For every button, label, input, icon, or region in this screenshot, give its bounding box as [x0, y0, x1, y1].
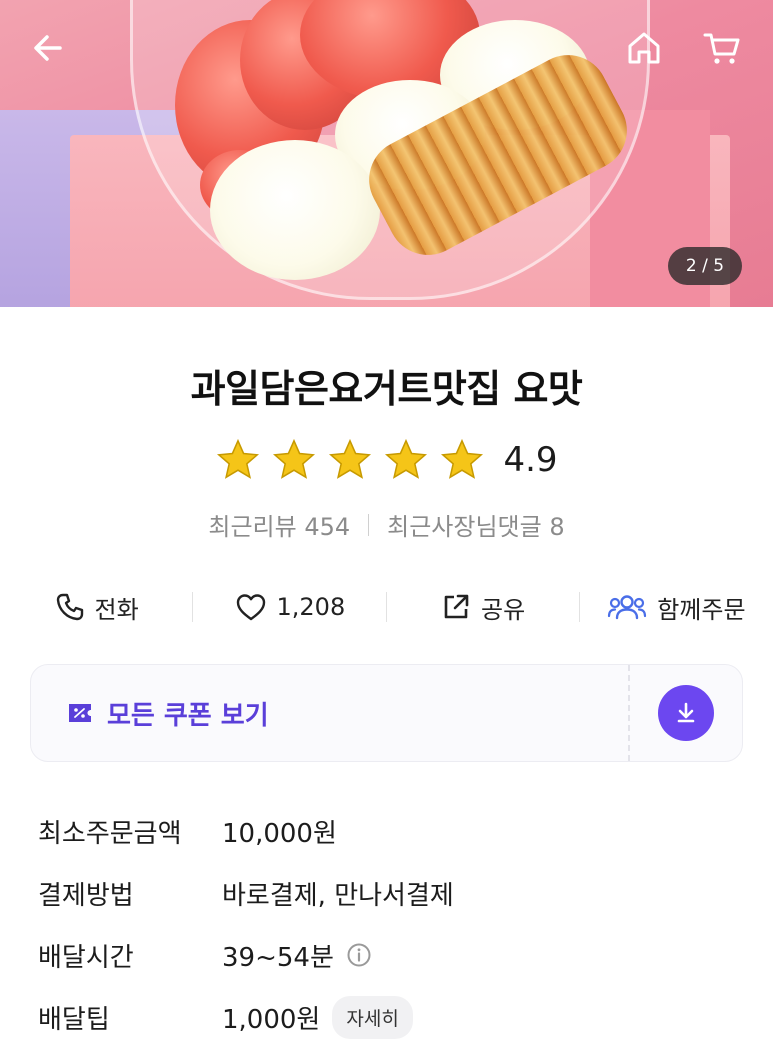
back-button[interactable] — [26, 26, 70, 70]
group-icon — [608, 595, 647, 620]
recent-reviews-link[interactable]: 최근리뷰 454 — [208, 507, 350, 542]
min-order-label: 최소주문금액 — [38, 818, 182, 849]
store-rating: 4.9 — [0, 437, 773, 483]
min-order-value: 10,000원 — [222, 818, 337, 849]
payment-label: 결제방법 — [38, 880, 134, 911]
arrow-left-icon — [34, 35, 62, 61]
call-label: 전화 — [94, 595, 139, 624]
coupon-icon — [69, 704, 91, 722]
hero-cream — [210, 140, 380, 280]
download-icon — [677, 702, 695, 723]
group-order-button[interactable]: 함께주문 — [580, 582, 773, 632]
star-icon — [217, 438, 260, 479]
share-icon — [444, 594, 469, 619]
min-order-row: 최소주문금액 10,000원 — [38, 800, 738, 862]
store-name: 과일담은요거트맛집 요맛 — [190, 367, 583, 411]
star-icon — [385, 438, 428, 479]
heart-icon — [236, 594, 265, 621]
favorite-button[interactable]: 1,208 — [193, 582, 387, 632]
owner-replies-link[interactable]: 최근사장님댓글 8 — [387, 507, 564, 542]
share-button[interactable]: 공유 — [387, 582, 581, 632]
delivery-tip-value-wrap: 1,000원 자세히 — [222, 995, 413, 1039]
payment-row: 결제방법 바로결제, 만나서결제 — [38, 862, 738, 924]
info-icon[interactable] — [346, 942, 372, 968]
phone-icon — [56, 593, 83, 621]
payment-value: 바로결제, 만나서결제 — [222, 880, 454, 911]
review-summary: 최근리뷰 454 최근사장님댓글 8 — [0, 507, 773, 542]
delivery-time-value-wrap: 39~54분 — [222, 937, 372, 974]
favorite-count: 1,208 — [276, 593, 346, 621]
coupon-download-area — [630, 665, 742, 761]
delivery-tip-detail-button[interactable]: 자세히 — [332, 995, 413, 1039]
image-pager-badge: 2 / 5 — [668, 247, 742, 285]
hero-image[interactable]: 2 / 5 — [0, 0, 773, 307]
download-coupon-button[interactable] — [658, 685, 714, 741]
rating-value: 4.9 — [503, 440, 558, 480]
view-all-coupons-button[interactable]: 모든 쿠폰 보기 — [31, 665, 628, 761]
delivery-time-value: 39~54분 — [222, 942, 334, 973]
coupon-banner: 모든 쿠폰 보기 — [30, 664, 743, 762]
star-icon — [329, 438, 372, 479]
delivery-tip-value: 1,000원 — [222, 1004, 321, 1035]
delivery-tip-label: 배달팁 — [38, 1004, 110, 1035]
cart-button[interactable] — [700, 26, 744, 70]
divider — [368, 513, 370, 536]
star-icon — [441, 438, 484, 479]
star-icon — [273, 438, 316, 479]
call-button[interactable]: 전화 — [0, 582, 194, 632]
delivery-time-label: 배달시간 — [38, 942, 134, 973]
delivery-tip-row: 배달팁 1,000원 자세히 — [38, 986, 738, 1048]
group-order-label: 함께주문 — [657, 595, 746, 624]
action-bar: 전화 1,208 공유 함께주문 — [0, 582, 773, 632]
share-label: 공유 — [481, 595, 526, 624]
delivery-time-row: 배달시간 39~54분 — [38, 924, 738, 986]
cart-icon — [703, 33, 740, 64]
store-details: 최소주문금액 10,000원 결제방법 바로결제, 만나서결제 배달시간 39~… — [38, 800, 738, 1048]
coupon-label: 모든 쿠폰 보기 — [107, 700, 269, 731]
home-button[interactable] — [622, 26, 666, 70]
home-icon — [628, 32, 660, 64]
